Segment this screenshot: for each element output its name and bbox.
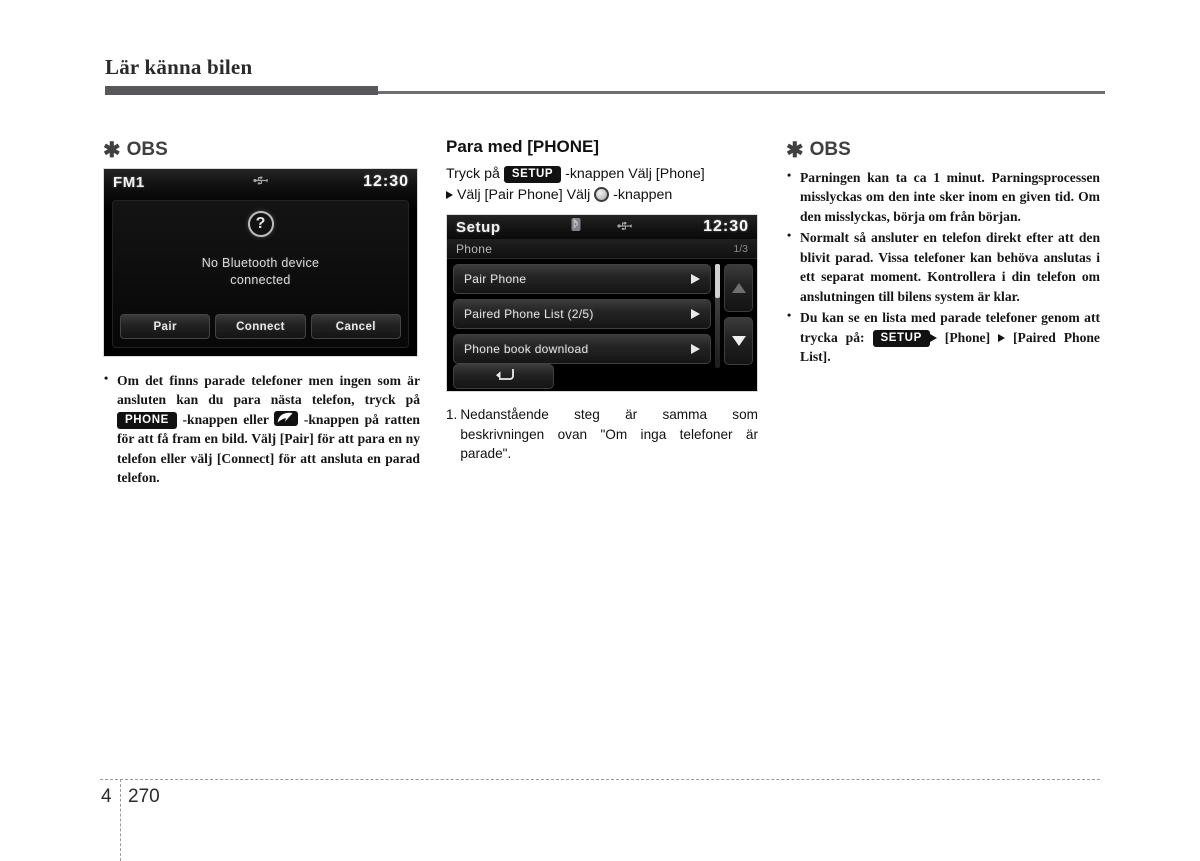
radio-screen: FM1 12:30 ? No Bluetooth device connecte… — [103, 168, 418, 357]
back-arrow-icon — [493, 367, 515, 387]
menu-item-pair-phone[interactable]: Pair Phone — [453, 264, 711, 295]
menu-item-paired-phone-list[interactable]: Paired Phone List (2/5) — [453, 299, 711, 330]
list-item: Parningen kan ta ca 1 minut. Parningspro… — [786, 167, 1100, 226]
right-note-heading-label: OBS — [809, 139, 851, 160]
list-item: Om det finns parade telefoner men ingen … — [103, 370, 420, 488]
triangle-right-icon — [929, 333, 937, 342]
usb-icon — [252, 173, 269, 191]
step-line-1-post: -knappen Välj [Phone] — [561, 165, 705, 182]
scroll-down-button[interactable] — [724, 317, 753, 366]
menu-item-label: Pair Phone — [464, 272, 527, 287]
list-item: Normalt så ansluter en telefon direkt ef… — [786, 227, 1100, 306]
numbered-note: 1. Nedanstående steg är samma som beskri… — [446, 405, 758, 463]
arrow-up-icon — [731, 283, 746, 294]
triangle-right-icon — [998, 333, 1006, 342]
rotary-knob-icon — [594, 186, 610, 202]
setup-clock: 12:30 — [703, 218, 749, 236]
setup-body: Pair Phone Paired Phone List (2/5) Phone… — [447, 259, 757, 391]
chevron-right-icon — [691, 344, 700, 355]
radio-source-label: FM1 — [113, 173, 145, 191]
radio-status-bar: FM1 12:30 — [104, 169, 417, 195]
bluetooth-icon — [571, 218, 581, 237]
left-note-heading-label: OBS — [126, 139, 168, 160]
section-title: Para med [PHONE] — [446, 137, 600, 156]
setup-key-badge: SETUP — [503, 165, 562, 183]
right-column: ✱ OBS Parningen kan ta ca 1 minut. Parni… — [786, 138, 1100, 366]
setup-status-bar: Setup 12:30 — [447, 215, 757, 240]
step-line-1-pre: Tryck på — [446, 165, 504, 182]
step-line-1: Tryck på SETUP -knappen Välj [Phone] — [446, 164, 758, 185]
step-instructions: Tryck på SETUP -knappen Välj [Phone] Väl… — [446, 164, 758, 207]
setup-menu-list: Pair Phone Paired Phone List (2/5) Phone… — [453, 264, 711, 369]
question-mark-icon: ? — [247, 211, 274, 237]
header-rule-thin — [378, 91, 1105, 95]
page-title: Lär känna bilen — [105, 55, 253, 79]
manual-page: Lär känna bilen ✱ OBS FM1 12:30 ? No Blu… — [0, 0, 1200, 861]
scrollbar-thumb[interactable] — [715, 264, 720, 299]
dialog-message-line1: No Bluetooth device — [201, 256, 320, 270]
step-line-2-pre: Välj [Pair Phone] Välj — [456, 186, 595, 203]
header-rule — [105, 86, 1105, 96]
step-line-2-post: -knappen — [609, 186, 673, 203]
chevron-right-icon — [691, 309, 700, 320]
cancel-button[interactable]: Cancel — [310, 314, 401, 339]
page-header: Lär känna bilen — [105, 55, 1105, 96]
left-column: ✱ OBS FM1 12:30 ? No Bluetooth device co… — [103, 138, 420, 488]
numbered-note-number: 1. — [446, 407, 458, 423]
setup-subheader: Phone 1/3 — [447, 239, 757, 260]
mid-column: Para med [PHONE] Tryck på SETUP -knappen… — [446, 137, 758, 463]
numbered-note-text: Nedanstående steg är samma som beskrivni… — [460, 407, 758, 461]
arrow-down-icon — [731, 336, 746, 347]
menu-item-label: Paired Phone List (2/5) — [464, 307, 594, 322]
chevron-right-icon — [691, 274, 700, 285]
dialog-buttons: Pair Connect Cancel — [120, 314, 401, 339]
footer-divider — [100, 779, 1100, 780]
page-number: 270 — [128, 786, 160, 807]
triangle-right-icon — [446, 190, 453, 199]
right-note-heading: ✱ OBS — [786, 138, 1100, 162]
pair-button[interactable]: Pair — [120, 314, 211, 339]
setup-screen-title: Setup — [456, 218, 501, 236]
dialog-message: No Bluetooth device connected — [113, 255, 408, 289]
radio-clock: 12:30 — [363, 173, 409, 190]
chapter-number: 4 — [101, 786, 112, 807]
footer-vertical-divider — [120, 779, 121, 861]
setup-key-badge: SETUP — [872, 329, 930, 347]
bluetooth-dialog: ? No Bluetooth device connected Pair Con… — [112, 200, 409, 348]
menu-item-phone-book-download[interactable]: Phone book download — [453, 334, 711, 365]
asterisk-icon: ✱ — [103, 139, 121, 162]
header-rule-thick — [105, 86, 378, 96]
phone-handset-icon — [274, 410, 299, 426]
setup-screen: Setup 12:30 Phone 1/3 Pair Phone Paired … — [446, 214, 758, 393]
left-note-heading: ✱ OBS — [103, 138, 420, 162]
dialog-message-line2: connected — [230, 272, 291, 287]
scroll-up-button[interactable] — [724, 264, 753, 313]
scrollbar[interactable] — [715, 264, 720, 369]
phone-key-badge: PHONE — [117, 411, 177, 430]
scroll-buttons — [724, 264, 753, 370]
list-item: Du kan se en lista med parade telefoner … — [786, 307, 1100, 366]
back-button[interactable] — [453, 364, 554, 390]
setup-subheader-label: Phone — [456, 241, 493, 256]
right-bullet-list: Parningen kan ta ca 1 minut. Parningspro… — [786, 167, 1100, 366]
connect-button[interactable]: Connect — [215, 314, 306, 339]
setup-page-indicator: 1/3 — [733, 242, 748, 255]
step-line-2: Välj [Pair Phone] Välj -knappen — [446, 185, 758, 206]
usb-icon — [617, 218, 633, 236]
menu-item-label: Phone book download — [464, 342, 589, 357]
left-bullet-list: Om det finns parade telefoner men ingen … — [103, 370, 420, 488]
asterisk-icon: ✱ — [786, 139, 804, 162]
